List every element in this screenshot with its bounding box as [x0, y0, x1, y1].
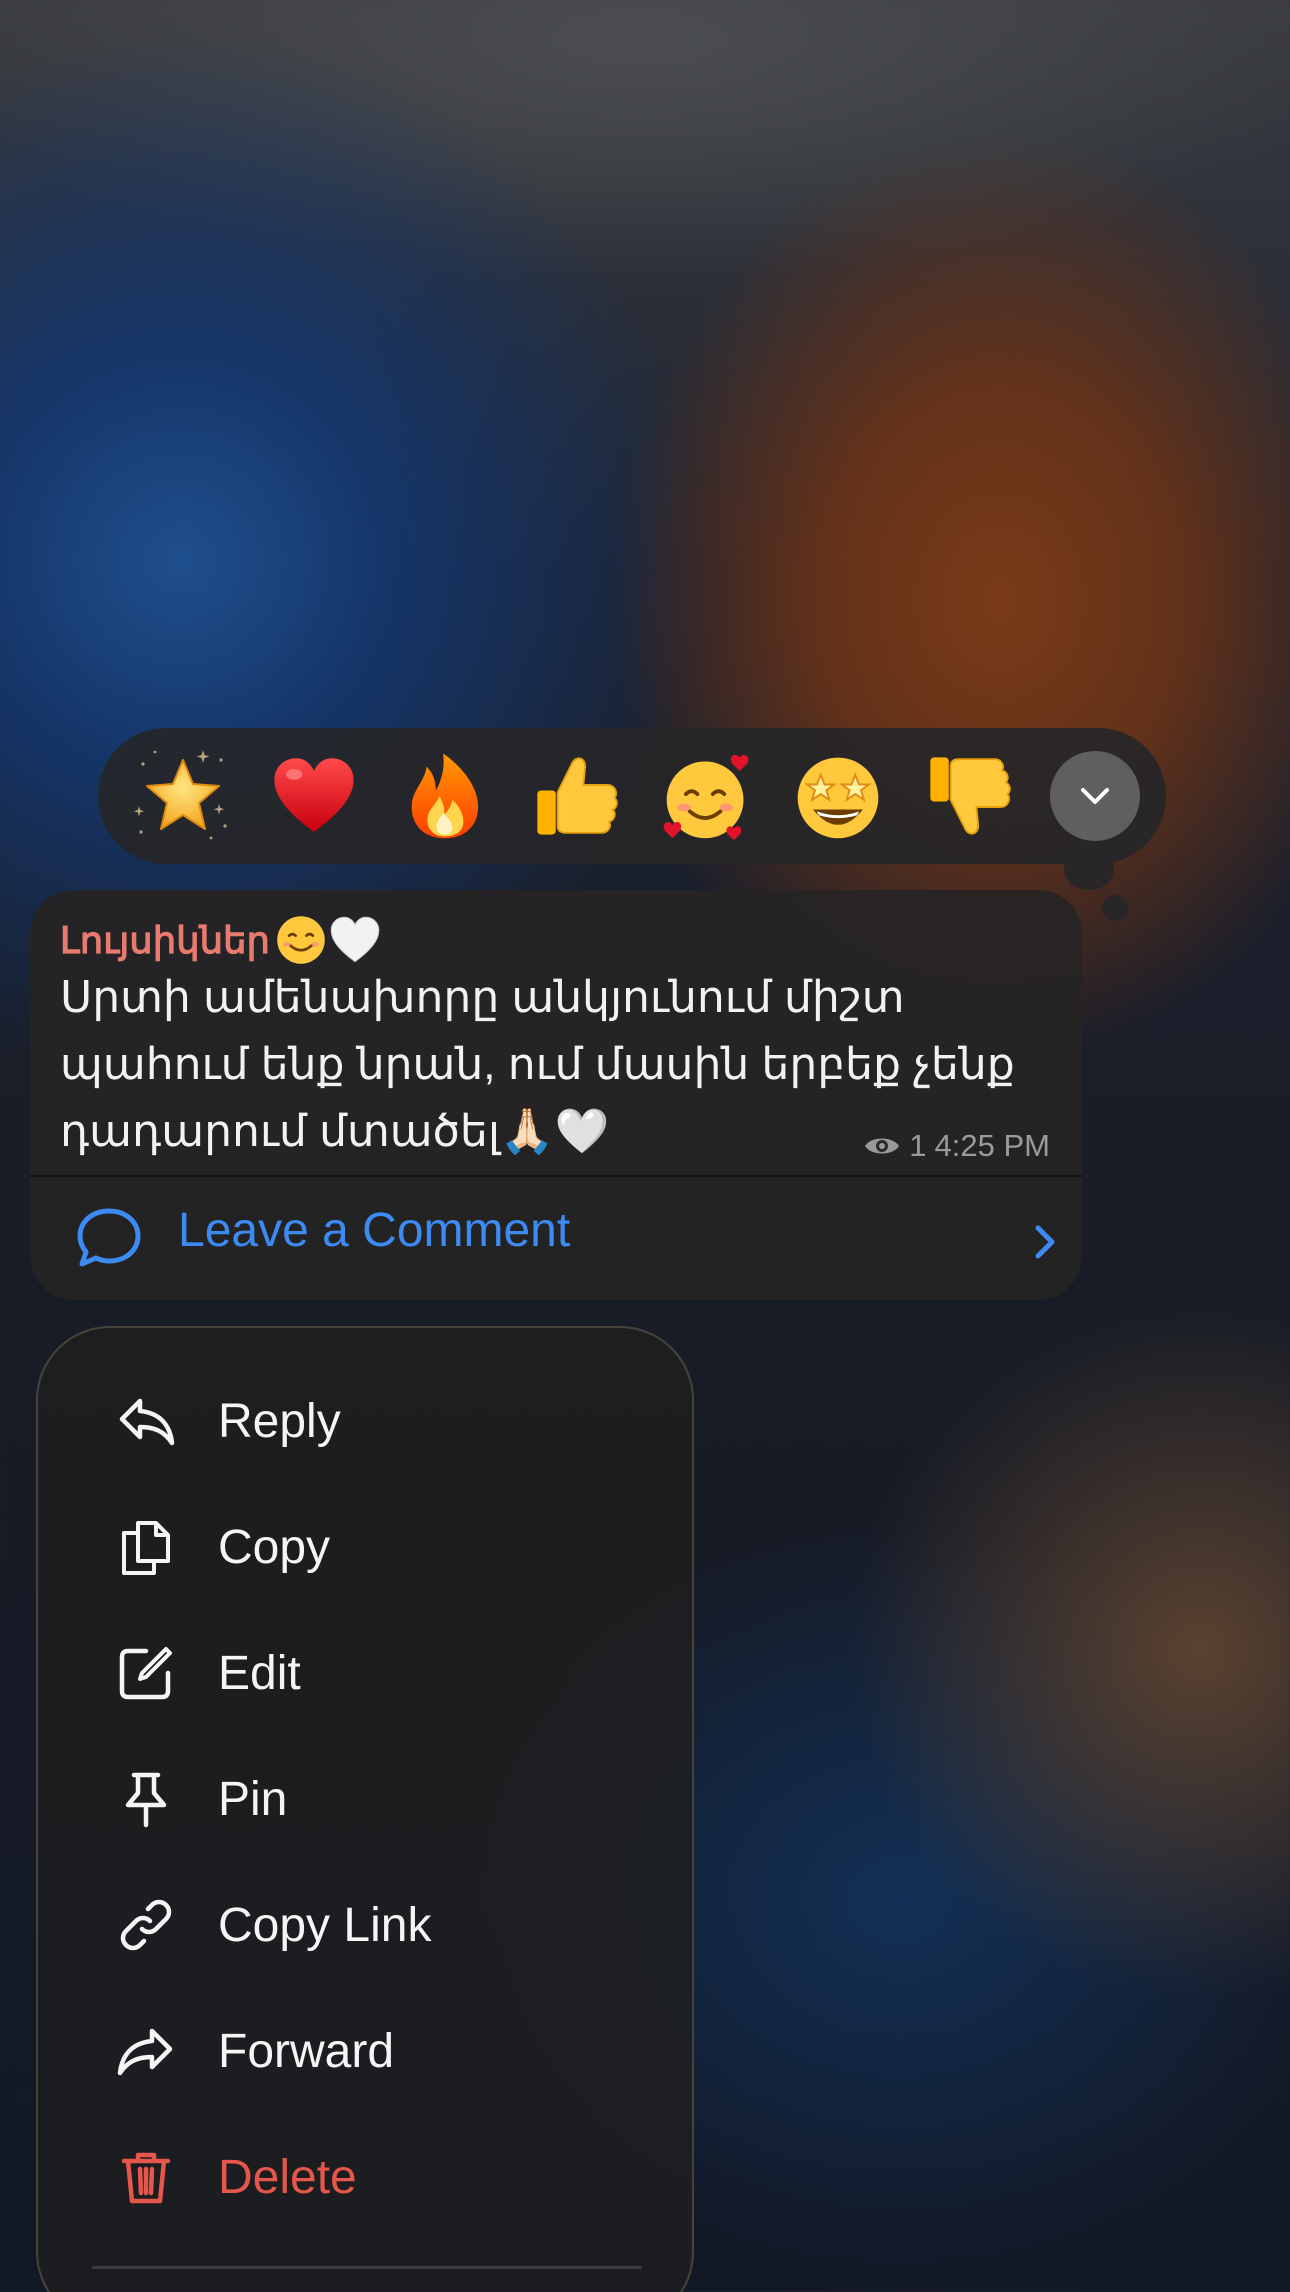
menu-item-copy-link[interactable]: Copy Link — [38, 1870, 692, 1980]
comment-bubble-icon — [77, 1208, 141, 1267]
menu-label: Forward — [218, 2024, 395, 2078]
smiling-face-icon — [277, 916, 325, 964]
fire-icon — [411, 753, 479, 839]
menu-label: Edit — [218, 1646, 301, 1700]
star-icon — [133, 750, 227, 840]
view-count: 1 — [909, 1128, 927, 1163]
menu-item-reply[interactable]: Reply — [38, 1366, 692, 1476]
eye-icon — [865, 1138, 900, 1154]
menu-item-edit[interactable]: Edit — [38, 1618, 692, 1728]
reaction-bar-tail-dot — [1102, 895, 1128, 921]
reaction-star-struck[interactable] — [779, 737, 897, 855]
menu-label: Pin — [218, 1772, 288, 1826]
sender-name-row: Լույսիկներ — [60, 910, 382, 970]
pin-icon — [112, 1765, 180, 1833]
message-bubble[interactable]: Լույսիկներ Սրտի ամենախորը անկյունում միշ… — [30, 890, 1082, 1300]
leave-comment-button[interactable]: Leave a Comment — [30, 1177, 1082, 1300]
menu-label: Copy — [218, 1520, 331, 1574]
reaction-smiling-hearts[interactable] — [648, 737, 766, 855]
menu-label: Copy Link — [218, 1898, 432, 1952]
reaction-thumbs-down[interactable] — [910, 737, 1028, 855]
reaction-bar — [98, 728, 1166, 864]
menu-item-pin[interactable]: Pin — [38, 1744, 692, 1854]
expand-reactions-button[interactable] — [1050, 751, 1140, 841]
heart-icon — [274, 758, 354, 832]
message-meta: 1 4:25 PM — [863, 1128, 1050, 1164]
menu-label: Delete — [218, 2150, 357, 2204]
link-icon — [112, 1891, 180, 1959]
star-struck-icon — [797, 757, 879, 839]
reaction-bar-tail — [1064, 850, 1114, 890]
context-menu: Reply Copy Edit Pin Copy Link Forward De… — [36, 1326, 694, 2292]
reaction-heart[interactable] — [255, 737, 373, 855]
sender-emojis — [274, 913, 382, 967]
reaction-star[interactable] — [124, 737, 242, 855]
menu-item-forward[interactable]: Forward — [38, 1996, 692, 2106]
white-heart-icon — [330, 916, 380, 963]
chevron-down-icon — [1081, 788, 1109, 804]
copy-icon — [112, 1513, 180, 1581]
smiling-face-with-hearts-icon — [663, 754, 749, 841]
menu-item-copy[interactable]: Copy — [38, 1492, 692, 1602]
chevron-right-icon — [1035, 1225, 1055, 1259]
menu-separator — [92, 2266, 642, 2269]
leave-comment-label: Leave a Comment — [178, 1204, 571, 1257]
thumbs-up-icon — [537, 757, 618, 835]
thumbs-down-icon — [930, 757, 1011, 835]
menu-label: Reply — [218, 1394, 341, 1448]
trash-icon — [112, 2143, 180, 2211]
reaction-thumbs-up[interactable] — [517, 737, 635, 855]
forward-icon — [112, 2017, 180, 2085]
reply-icon — [112, 1387, 180, 1455]
message-time: 4:25 PM — [934, 1128, 1050, 1163]
reaction-fire[interactable] — [386, 737, 504, 855]
menu-item-delete[interactable]: Delete — [38, 2122, 692, 2232]
sender-name[interactable]: Լույսիկներ — [60, 919, 270, 962]
edit-icon — [112, 1639, 180, 1707]
